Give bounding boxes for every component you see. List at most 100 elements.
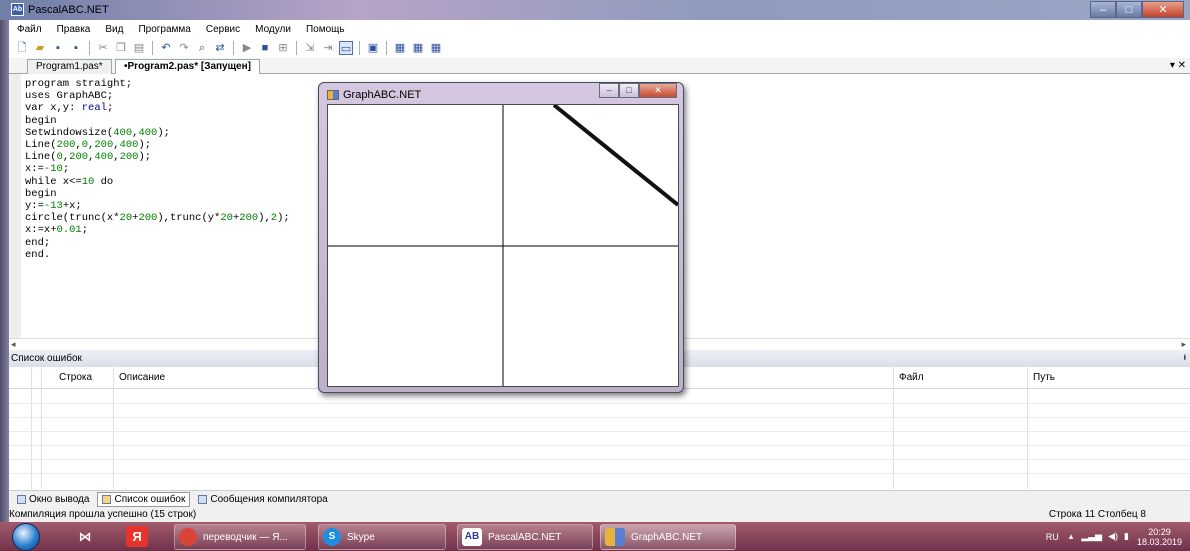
code-line[interactable]: y:=-13+x; bbox=[25, 200, 290, 212]
clock[interactable]: 20:29 18.03.2019 bbox=[1137, 527, 1182, 547]
column-file[interactable]: Файл bbox=[899, 372, 924, 383]
show-hidden-icons-icon[interactable]: ▴ bbox=[1069, 531, 1074, 542]
cut-icon[interactable]: ✂ bbox=[96, 41, 110, 55]
code-token: ); bbox=[157, 126, 170, 139]
table-row bbox=[9, 431, 1190, 432]
code-token: 400 bbox=[113, 126, 133, 139]
menu-service[interactable]: Сервис bbox=[206, 24, 240, 35]
code-line[interactable]: uses GraphABC; bbox=[25, 90, 290, 102]
code-token: 200 bbox=[119, 151, 139, 164]
status-bar: Компиляция прошла успешно (15 строк) Стр… bbox=[9, 508, 1190, 522]
menu-program[interactable]: Программа bbox=[138, 24, 190, 35]
code-line[interactable]: end; bbox=[25, 237, 290, 249]
code-token: end. bbox=[25, 248, 51, 261]
network-icon[interactable]: ▂▃▅ bbox=[1081, 531, 1102, 542]
scroll-right-icon[interactable]: ▸ bbox=[1181, 339, 1186, 350]
task-graphabc[interactable]: GraphABC.NET bbox=[600, 524, 736, 550]
tab-error-list[interactable]: Список ошибок bbox=[97, 492, 191, 507]
code-line[interactable]: var x,y: real; bbox=[25, 102, 290, 114]
code-line[interactable]: end. bbox=[25, 249, 290, 261]
action-center-icon[interactable]: ▮ bbox=[1124, 531, 1129, 542]
code-token: begin bbox=[25, 114, 57, 127]
column-divider bbox=[31, 367, 32, 489]
code-token: ),trunc(y* bbox=[157, 212, 221, 225]
start-button[interactable] bbox=[12, 523, 40, 551]
maximize-button[interactable]: □ bbox=[1116, 1, 1142, 18]
menu-help[interactable]: Помощь bbox=[306, 24, 345, 35]
code-token: 200 bbox=[69, 151, 89, 164]
menu-file[interactable]: Файл bbox=[17, 24, 42, 35]
title-bar[interactable]: Ab PascalABC.NET – □ ✕ bbox=[0, 0, 1190, 20]
copy-icon[interactable]: ❐ bbox=[114, 41, 128, 55]
close-button[interactable]: ✕ bbox=[1142, 1, 1184, 18]
task-pascalabc[interactable]: AB PascalABC.NET bbox=[457, 524, 593, 550]
graphabc-canvas[interactable] bbox=[327, 103, 680, 387]
tab-program1[interactable]: Program1.pas* bbox=[27, 59, 112, 74]
code-line[interactable]: program straight; bbox=[25, 78, 290, 90]
step-into-icon[interactable]: ⇲ bbox=[303, 41, 317, 55]
watch2-icon[interactable]: ▦ bbox=[411, 41, 425, 55]
compile-icon[interactable]: ▣ bbox=[366, 41, 380, 55]
pascalabc-icon: AB bbox=[462, 528, 482, 546]
code-line[interactable]: Line(200,0,200,400); bbox=[25, 139, 290, 151]
menu-edit[interactable]: Правка bbox=[57, 24, 91, 35]
run-icon[interactable]: ▶ bbox=[240, 41, 254, 55]
graphabc-minimize-button[interactable]: – bbox=[599, 83, 619, 98]
code-text[interactable]: program straight; uses GraphABC; var x,y: … bbox=[25, 78, 290, 261]
watch3-icon[interactable]: ▦ bbox=[429, 41, 443, 55]
task-skype[interactable]: S Skype bbox=[318, 524, 446, 550]
yandex-icon[interactable]: Я bbox=[126, 526, 148, 547]
chrome-icon bbox=[179, 528, 197, 546]
code-line[interactable]: x:=x+0.01; bbox=[25, 224, 290, 236]
table-row bbox=[9, 417, 1190, 418]
menu-modules[interactable]: Модули bbox=[255, 24, 291, 35]
code-line[interactable]: while x<=10 do bbox=[25, 176, 290, 188]
code-line[interactable]: begin bbox=[25, 115, 290, 127]
menu-bar: Файл Правка Вид Программа Сервис Модули … bbox=[9, 20, 1190, 38]
code-line[interactable]: begin bbox=[25, 188, 290, 200]
language-indicator[interactable]: RU bbox=[1046, 532, 1059, 542]
form-icon[interactable]: ▭ bbox=[339, 41, 353, 55]
pin-icon[interactable]: ᵻ bbox=[1184, 352, 1186, 363]
paste-icon[interactable]: ▤ bbox=[132, 41, 146, 55]
tab-compiler-messages[interactable]: Сообщения компилятора bbox=[194, 493, 331, 506]
table-row bbox=[9, 473, 1190, 474]
debug-icon[interactable]: ⊞ bbox=[276, 41, 290, 55]
watch1-icon[interactable]: ▦ bbox=[393, 41, 407, 55]
save-icon[interactable]: ▪ bbox=[51, 41, 65, 55]
graphabc-maximize-button[interactable]: □ bbox=[619, 83, 639, 98]
media-player-icon[interactable]: ⋈ bbox=[74, 526, 96, 547]
code-line[interactable]: Line(0,200,400,200); bbox=[25, 151, 290, 163]
scroll-left-icon[interactable]: ◂ bbox=[11, 339, 16, 350]
taskbar: ⋈ Я переводчик — Я... S Skype AB PascalA… bbox=[0, 522, 1190, 551]
step-over-icon[interactable]: ⇥ bbox=[321, 41, 335, 55]
tab-program2[interactable]: •Program2.pas* [Запущен] bbox=[115, 59, 260, 75]
undo-icon[interactable]: ↶ bbox=[159, 41, 173, 55]
find-icon[interactable]: ⌕ bbox=[195, 41, 209, 55]
volume-icon[interactable]: ◀) bbox=[1108, 531, 1118, 542]
table-row bbox=[9, 445, 1190, 446]
save-all-icon[interactable]: ▪ bbox=[69, 41, 83, 55]
task-chrome[interactable]: переводчик — Я... bbox=[174, 524, 306, 550]
open-icon[interactable]: ▰ bbox=[33, 41, 47, 55]
redo-icon[interactable]: ↷ bbox=[177, 41, 191, 55]
column-path[interactable]: Путь bbox=[1033, 372, 1055, 383]
code-line[interactable]: circle(trunc(x*20+200),trunc(y*20+200),2… bbox=[25, 212, 290, 224]
column-line[interactable]: Строка bbox=[59, 372, 92, 383]
replace-icon[interactable]: ⇄ bbox=[213, 41, 227, 55]
toolbar-separator bbox=[233, 41, 234, 55]
new-icon[interactable]: 🗋 bbox=[15, 41, 29, 55]
stop-icon[interactable]: ■ bbox=[258, 41, 272, 55]
graphabc-close-button[interactable]: ✕ bbox=[639, 83, 677, 98]
compiler-messages-icon bbox=[198, 495, 208, 504]
tabs-dropdown-icon[interactable]: ▾ ✕ bbox=[1170, 60, 1186, 71]
code-line[interactable]: x:=-10; bbox=[25, 163, 290, 175]
menu-view[interactable]: Вид bbox=[105, 24, 123, 35]
graphabc-window[interactable]: GraphABC.NET – □ ✕ bbox=[318, 82, 684, 393]
bottom-panel-tabs: Окно вывода Список ошибок Сообщения комп… bbox=[9, 490, 1190, 508]
minimize-button[interactable]: – bbox=[1090, 1, 1116, 18]
code-line[interactable]: Setwindowsize(400,400); bbox=[25, 127, 290, 139]
column-description[interactable]: Описание bbox=[119, 372, 165, 383]
code-token: -10 bbox=[43, 163, 63, 176]
tab-output-window[interactable]: Окно вывода bbox=[13, 493, 93, 506]
